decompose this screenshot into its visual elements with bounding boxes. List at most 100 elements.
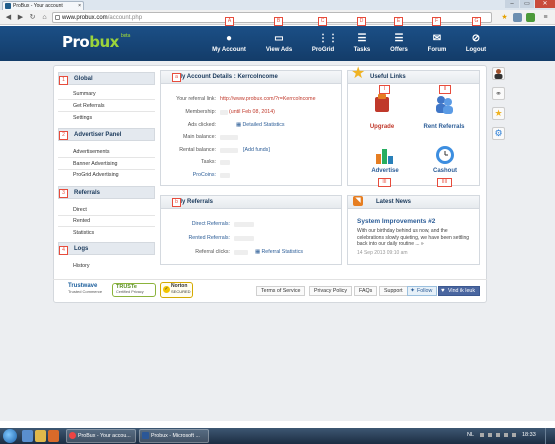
- annotation-tag: II: [439, 85, 451, 94]
- tray-icon[interactable]: [496, 433, 500, 437]
- sidebar-item-banner-advertising[interactable]: Banner Advertising: [73, 161, 117, 167]
- cashout-link[interactable]: [435, 145, 455, 165]
- sidebar-item-statistics[interactable]: Statistics: [73, 230, 94, 236]
- close-window-button[interactable]: ✕: [535, 0, 555, 8]
- grid-icon: ⋮⋮: [318, 33, 338, 44]
- annotation-tag: G: [472, 17, 481, 26]
- tray-icon[interactable]: [480, 433, 484, 437]
- rent-referrals-icon: [436, 96, 453, 114]
- news-date: 14 Sep 2013 09:10 am: [357, 250, 408, 256]
- like-label: Vind ik leuk: [448, 288, 475, 294]
- menu-label: Offers: [390, 47, 408, 53]
- tab-close-icon[interactable]: ×: [78, 2, 81, 10]
- upgrade-link[interactable]: [372, 94, 392, 114]
- support-link[interactable]: Support: [379, 286, 408, 296]
- upgrade-label[interactable]: Upgrade: [355, 124, 409, 130]
- tray-icon[interactable]: [488, 433, 492, 437]
- minimize-button[interactable]: –: [505, 0, 519, 8]
- forward-icon[interactable]: ▶: [16, 13, 25, 22]
- sidebar-section-global: Global: [58, 72, 155, 85]
- taskbar-button-chrome[interactable]: ProBux - Your accou...: [66, 429, 136, 443]
- advertise-label[interactable]: Advertise: [358, 168, 412, 174]
- sidebar-item-settings[interactable]: Settings: [73, 115, 92, 121]
- back-icon[interactable]: ◀: [4, 13, 13, 22]
- referral-statistics-link[interactable]: ▦ Referral Statistics: [255, 249, 303, 255]
- menu-view-ads[interactable]: ▭ View Ads: [257, 28, 301, 59]
- sidebar-item-direct[interactable]: Direct: [73, 207, 87, 213]
- norton-badge[interactable]: ✓ Norton SECURED: [160, 282, 193, 298]
- sidebar-item-progrid-advertising[interactable]: ProGrid Advertising: [73, 172, 119, 178]
- browser-tab[interactable]: ProBux - Your account ×: [2, 1, 84, 10]
- checkmark-icon: ✓: [163, 286, 170, 293]
- sidebar-item-history[interactable]: History: [73, 263, 89, 269]
- url-input[interactable]: www.probux.com/account.php: [52, 12, 492, 23]
- menu-my-account[interactable]: ● My Account: [207, 28, 251, 59]
- bookmark-star-icon[interactable]: ★: [500, 13, 509, 22]
- link-icon[interactable]: ⚭: [492, 87, 505, 100]
- truste-badge[interactable]: TRUSTe Certified Privacy: [112, 283, 156, 297]
- rent-referrals-label[interactable]: Rent Referrals: [417, 124, 471, 130]
- menu-logout[interactable]: ⊘ Logout: [454, 28, 498, 59]
- menu-label: Logout: [465, 47, 487, 53]
- add-funds-link[interactable]: [Add funds]: [243, 147, 270, 153]
- profile-avatar-button[interactable]: [492, 67, 505, 80]
- offers-icon: ☰: [394, 33, 404, 44]
- terms-of-service-link[interactable]: Terms of Service: [256, 286, 306, 296]
- faqs-link[interactable]: FAQs: [354, 286, 378, 296]
- menu-progrid[interactable]: ⋮⋮ ProGrid: [301, 28, 345, 59]
- main-balance-hidden: [220, 135, 238, 140]
- sidebar-item-rented[interactable]: Rented: [73, 218, 90, 224]
- explorer-icon[interactable]: [35, 430, 46, 442]
- referral-link-label: Your referral link:: [176, 96, 216, 102]
- start-button[interactable]: [3, 429, 17, 443]
- news-headline[interactable]: System Improvements #2: [357, 218, 435, 225]
- rent-referrals-link[interactable]: [434, 94, 454, 114]
- ie-icon[interactable]: [22, 430, 33, 442]
- settings-gear-icon[interactable]: ⚙: [492, 127, 505, 140]
- monitor-icon: ▭: [274, 33, 284, 44]
- annotation-tag: 4: [59, 246, 68, 255]
- referral-link-value[interactable]: http://www.probux.com/?r=Kerrcolncome: [220, 96, 316, 102]
- privacy-policy-link[interactable]: Privacy Policy: [309, 286, 352, 296]
- trustwave-badge[interactable]: Trustwave Trusted Commerce: [68, 283, 102, 294]
- sidebar-section-referrals: Referrals: [58, 186, 155, 199]
- reload-icon[interactable]: ↻: [28, 13, 37, 22]
- tray-icon[interactable]: [504, 433, 508, 437]
- volume-icon[interactable]: [512, 433, 516, 437]
- cashout-label[interactable]: Cashout: [418, 168, 472, 174]
- procoins-label[interactable]: ProCoins:: [162, 172, 216, 178]
- maximize-button[interactable]: ▭: [520, 0, 534, 8]
- sidebar-item-get-referrals[interactable]: Get Referrals: [73, 103, 105, 109]
- facebook-like-button[interactable]: ♥ Vind ik leuk: [438, 286, 480, 296]
- clock[interactable]: 18:33: [522, 432, 536, 438]
- power-icon: ⊘: [471, 33, 481, 44]
- menu-forum[interactable]: ✉ Forum: [415, 28, 459, 59]
- rented-referrals-label[interactable]: Rented Referrals:: [165, 235, 230, 241]
- sidebar-section-advertiser-panel: Advertiser Panel: [58, 128, 155, 141]
- url-path: /account.php: [107, 15, 143, 21]
- probux-logo[interactable]: Probux beta: [62, 33, 131, 51]
- annotation-tag: F: [432, 17, 441, 26]
- star-icon: ★: [351, 65, 366, 82]
- media-player-icon[interactable]: [48, 430, 59, 442]
- favorite-star-icon[interactable]: ★: [492, 107, 505, 120]
- norton-subtext: SECURED: [171, 289, 191, 294]
- advertise-link[interactable]: [375, 145, 395, 165]
- rss-icon[interactable]: ◥: [353, 196, 363, 206]
- wrench-menu-icon[interactable]: ≡: [541, 13, 550, 22]
- twitter-bird-icon: ✦: [410, 288, 416, 294]
- show-desktop-button[interactable]: [545, 428, 555, 444]
- extension-icon[interactable]: [513, 13, 522, 22]
- detailed-statistics-link[interactable]: ▦ Detailed Statistics: [236, 122, 285, 128]
- chat-icon: ✉: [432, 33, 442, 44]
- direct-referrals-label[interactable]: Direct Referrals:: [165, 221, 230, 227]
- extension-icon[interactable]: [526, 13, 535, 22]
- tab-title: ProBux - Your account: [13, 3, 63, 9]
- sidebar-item-summary[interactable]: Summary: [73, 91, 96, 97]
- taskbar-button-word[interactable]: Probux - Microsoft ...: [139, 429, 209, 443]
- home-icon[interactable]: ⌂: [40, 13, 49, 22]
- sidebar-item-advertisements[interactable]: Advertisements: [73, 149, 110, 155]
- twitter-follow-button[interactable]: ✦ Follow: [407, 286, 438, 296]
- language-indicator[interactable]: NL: [467, 432, 474, 438]
- cashout-icon: [436, 146, 454, 164]
